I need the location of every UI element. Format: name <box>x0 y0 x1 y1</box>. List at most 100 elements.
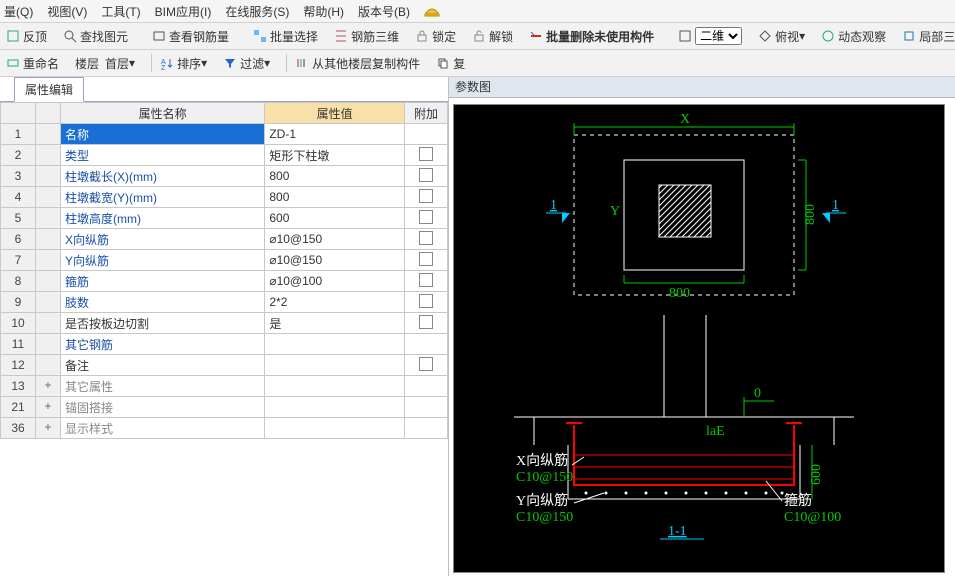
btn-unlock[interactable]: 解锁 <box>468 26 517 47</box>
btn-copy[interactable]: 复 <box>432 53 469 74</box>
col-extra: 附加 <box>405 103 448 124</box>
row-number: 6 <box>1 229 36 250</box>
row-number: 5 <box>1 208 36 229</box>
btn-top-view[interactable]: 俯视▾ <box>754 26 809 47</box>
menu-qty[interactable]: 量(Q) <box>4 3 33 20</box>
expand-toggle[interactable]: + <box>36 397 61 418</box>
expand-toggle <box>36 208 61 229</box>
expand-toggle[interactable]: + <box>36 418 61 439</box>
floor-label: 楼层 <box>75 55 99 72</box>
property-row[interactable]: 3柱墩截长(X)(mm)800 <box>1 166 448 187</box>
property-row[interactable]: 5柱墩高度(mm)600 <box>1 208 448 229</box>
btn-rename[interactable]: 重命名 <box>2 53 63 74</box>
btn-fanding[interactable]: 反顶 <box>2 26 51 47</box>
property-row[interactable]: 8箍筋⌀10@100 <box>1 271 448 292</box>
property-value[interactable] <box>265 397 405 418</box>
property-value[interactable]: ⌀10@150 <box>265 250 405 271</box>
btn-copy-from-floor[interactable]: 从其他楼层复制构件 <box>291 53 424 74</box>
extra-checkbox[interactable] <box>405 355 448 376</box>
btn-local-3d[interactable]: 局部三维 <box>898 26 955 47</box>
menu-view[interactable]: 视图(V) <box>47 3 87 20</box>
chevron-down-icon: ▾ <box>129 56 135 70</box>
menu-online[interactable]: 在线服务(S) <box>225 3 289 20</box>
lock-icon <box>415 29 429 43</box>
menu-version[interactable]: 版本号(B) <box>358 3 410 20</box>
btn-filter[interactable]: 过滤▾ <box>219 53 274 74</box>
property-row[interactable]: 6X向纵筋⌀10@150 <box>1 229 448 250</box>
extra-checkbox[interactable] <box>405 334 448 355</box>
property-row[interactable]: 12备注 <box>1 355 448 376</box>
property-name: 备注 <box>61 355 265 376</box>
property-value[interactable]: ZD-1 <box>265 124 405 145</box>
btn-batch-delete-unused[interactable]: 批量删除未使用构件 <box>525 26 658 47</box>
svg-text:X向纵筋: X向纵筋 <box>516 452 568 469</box>
extra-checkbox[interactable] <box>405 292 448 313</box>
property-value[interactable]: ⌀10@150 <box>265 229 405 250</box>
property-value[interactable]: 是 <box>265 313 405 334</box>
extra-checkbox[interactable] <box>405 376 448 397</box>
property-value[interactable] <box>265 376 405 397</box>
svg-text:C10@100: C10@100 <box>784 510 841 525</box>
property-grid[interactable]: 属性名称 属性值 附加 1名称ZD-12类型矩形下柱墩3柱墩截长(X)(mm)8… <box>0 102 448 576</box>
btn-sort[interactable]: AZ排序▾ <box>156 53 211 74</box>
extra-checkbox[interactable] <box>405 418 448 439</box>
menu-help[interactable]: 帮助(H) <box>303 3 344 20</box>
property-row[interactable]: 4柱墩截宽(Y)(mm)800 <box>1 187 448 208</box>
extra-checkbox[interactable] <box>405 397 448 418</box>
btn-orbit[interactable]: 动态观察 <box>817 26 890 47</box>
row-number: 1 <box>1 124 36 145</box>
row-number: 10 <box>1 313 36 334</box>
property-value[interactable]: ⌀10@100 <box>265 271 405 292</box>
property-row[interactable]: 36+显示样式 <box>1 418 448 439</box>
property-row[interactable]: 10是否按板边切割是 <box>1 313 448 334</box>
view-mode-select[interactable]: 二维 <box>674 25 746 47</box>
svg-text:laE: laE <box>706 424 725 439</box>
view-mode-dropdown[interactable]: 二维 <box>695 27 742 45</box>
property-name: 其它属性 <box>61 376 265 397</box>
expand-toggle[interactable]: + <box>36 376 61 397</box>
btn-view-rebar-qty[interactable]: 查看钢筋量 <box>148 26 233 47</box>
property-row[interactable]: 2类型矩形下柱墩 <box>1 145 448 166</box>
property-value[interactable] <box>265 418 405 439</box>
tab-property-edit[interactable]: 属性编辑 <box>14 77 84 102</box>
property-row[interactable]: 7Y向纵筋⌀10@150 <box>1 250 448 271</box>
floor-selector[interactable]: 首层 ▾ <box>101 53 139 74</box>
expand-toggle <box>36 250 61 271</box>
extra-checkbox[interactable] <box>405 271 448 292</box>
extra-checkbox[interactable] <box>405 166 448 187</box>
property-row[interactable]: 13+其它属性 <box>1 376 448 397</box>
property-value[interactable]: 矩形下柱墩 <box>265 145 405 166</box>
property-value[interactable] <box>265 355 405 376</box>
extra-checkbox[interactable] <box>405 208 448 229</box>
extra-checkbox[interactable] <box>405 187 448 208</box>
property-value[interactable] <box>265 334 405 355</box>
extra-checkbox[interactable] <box>405 124 448 145</box>
svg-text:0: 0 <box>754 386 761 401</box>
row-number: 4 <box>1 187 36 208</box>
property-value[interactable]: 2*2 <box>265 292 405 313</box>
property-row[interactable]: 1名称ZD-1 <box>1 124 448 145</box>
btn-find-element[interactable]: 查找图元 <box>59 26 132 47</box>
btn-lock[interactable]: 锁定 <box>411 26 460 47</box>
extra-checkbox[interactable] <box>405 313 448 334</box>
property-row[interactable]: 21+锚固搭接 <box>1 397 448 418</box>
property-name: 显示样式 <box>61 418 265 439</box>
property-value[interactable]: 800 <box>265 166 405 187</box>
property-name: 柱墩截长(X)(mm) <box>61 166 265 187</box>
property-row[interactable]: 11其它钢筋 <box>1 334 448 355</box>
btn-rebar-3d[interactable]: 钢筋三维 <box>330 26 403 47</box>
property-value[interactable]: 600 <box>265 208 405 229</box>
btn-batch-select[interactable]: 批量选择 <box>249 26 322 47</box>
menu-tools[interactable]: 工具(T) <box>101 3 140 20</box>
extra-checkbox[interactable] <box>405 145 448 166</box>
expand-toggle <box>36 187 61 208</box>
extra-checkbox[interactable] <box>405 250 448 271</box>
menu-bim[interactable]: BIM应用(I) <box>155 3 212 20</box>
extra-checkbox[interactable] <box>405 229 448 250</box>
diagram-viewport[interactable]: X 800 800 Y <box>453 104 945 573</box>
svg-text:C10@150: C10@150 <box>516 470 573 485</box>
property-row[interactable]: 9肢数2*2 <box>1 292 448 313</box>
row-number: 13 <box>1 376 36 397</box>
row-number: 11 <box>1 334 36 355</box>
property-value[interactable]: 800 <box>265 187 405 208</box>
